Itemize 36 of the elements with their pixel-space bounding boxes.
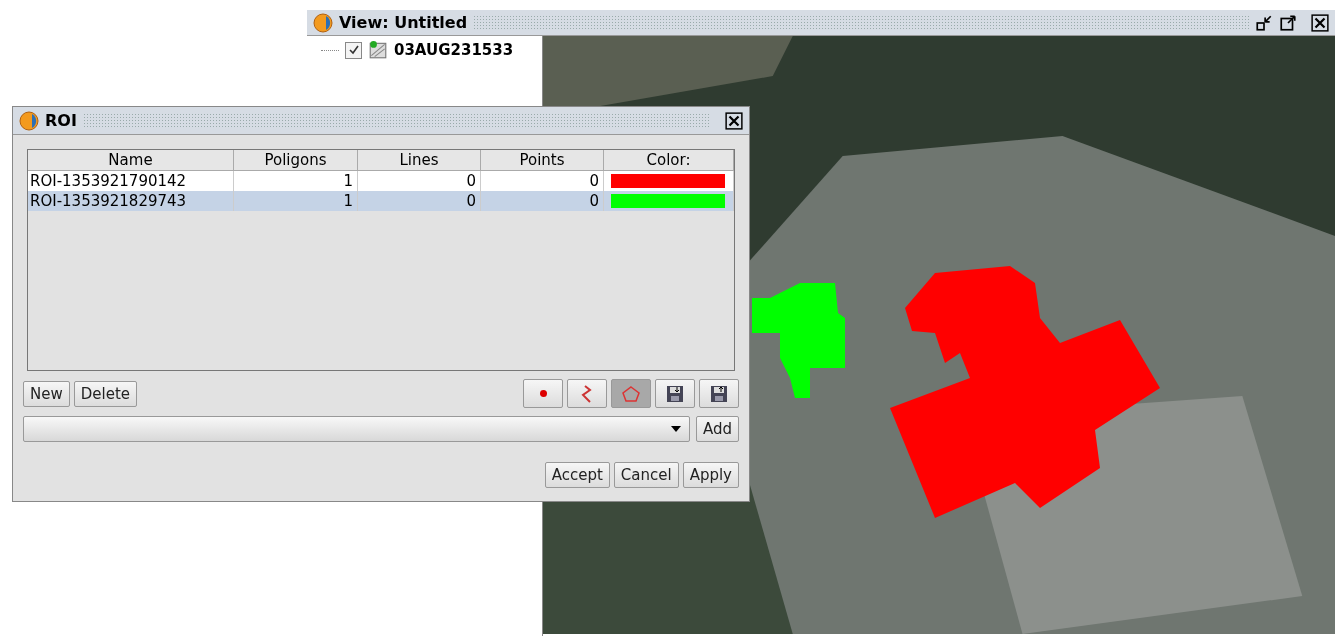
add-button[interactable]: Add: [695, 416, 739, 442]
window-title: View: Untitled: [339, 13, 468, 32]
table-cell: 1: [234, 191, 358, 211]
dialog-button[interactable]: Accept: [544, 462, 610, 488]
app-logo-icon: [313, 12, 333, 33]
tool-button[interactable]: [655, 379, 695, 408]
maximize-icon[interactable]: [1279, 13, 1297, 32]
tool-button[interactable]: [567, 379, 607, 408]
layer-checkbox[interactable]: [345, 41, 362, 59]
dialog-button[interactable]: Cancel: [613, 462, 679, 488]
table-cell: ROI-1353921829743: [28, 191, 234, 211]
raster-layer-icon: [368, 40, 388, 60]
floppy-up-icon: [709, 383, 729, 404]
tool-button[interactable]: [523, 379, 563, 408]
tool-button[interactable]: [699, 379, 739, 408]
minimize-icon[interactable]: [1255, 13, 1273, 32]
dialog-button[interactable]: Apply: [682, 462, 739, 488]
floppy-down-icon: [665, 383, 685, 404]
polygon-icon: [621, 383, 641, 404]
table-row[interactable]: ROI-1353921790142 1 0 0: [28, 171, 734, 191]
roi-button[interactable]: New: [23, 380, 70, 407]
close-icon[interactable]: [1311, 13, 1329, 32]
color-swatch[interactable]: [610, 194, 725, 208]
table-row[interactable]: ROI-1353921829743 1 0 0: [28, 191, 734, 211]
table-cell: 0: [358, 191, 481, 211]
close-icon[interactable]: [725, 111, 743, 130]
caret-icon: [670, 426, 681, 432]
layer-name[interactable]: 03AUG231533: [394, 41, 514, 59]
dialog-title: ROI: [45, 111, 77, 130]
color-swatch[interactable]: [610, 174, 725, 188]
roi-dropdown[interactable]: [23, 416, 690, 442]
app-logo-icon: [19, 110, 39, 131]
point-icon: [539, 390, 547, 397]
roi-button[interactable]: Delete: [73, 380, 137, 407]
roi-polygon[interactable]: [752, 283, 845, 398]
table-cell: 0: [481, 191, 604, 211]
